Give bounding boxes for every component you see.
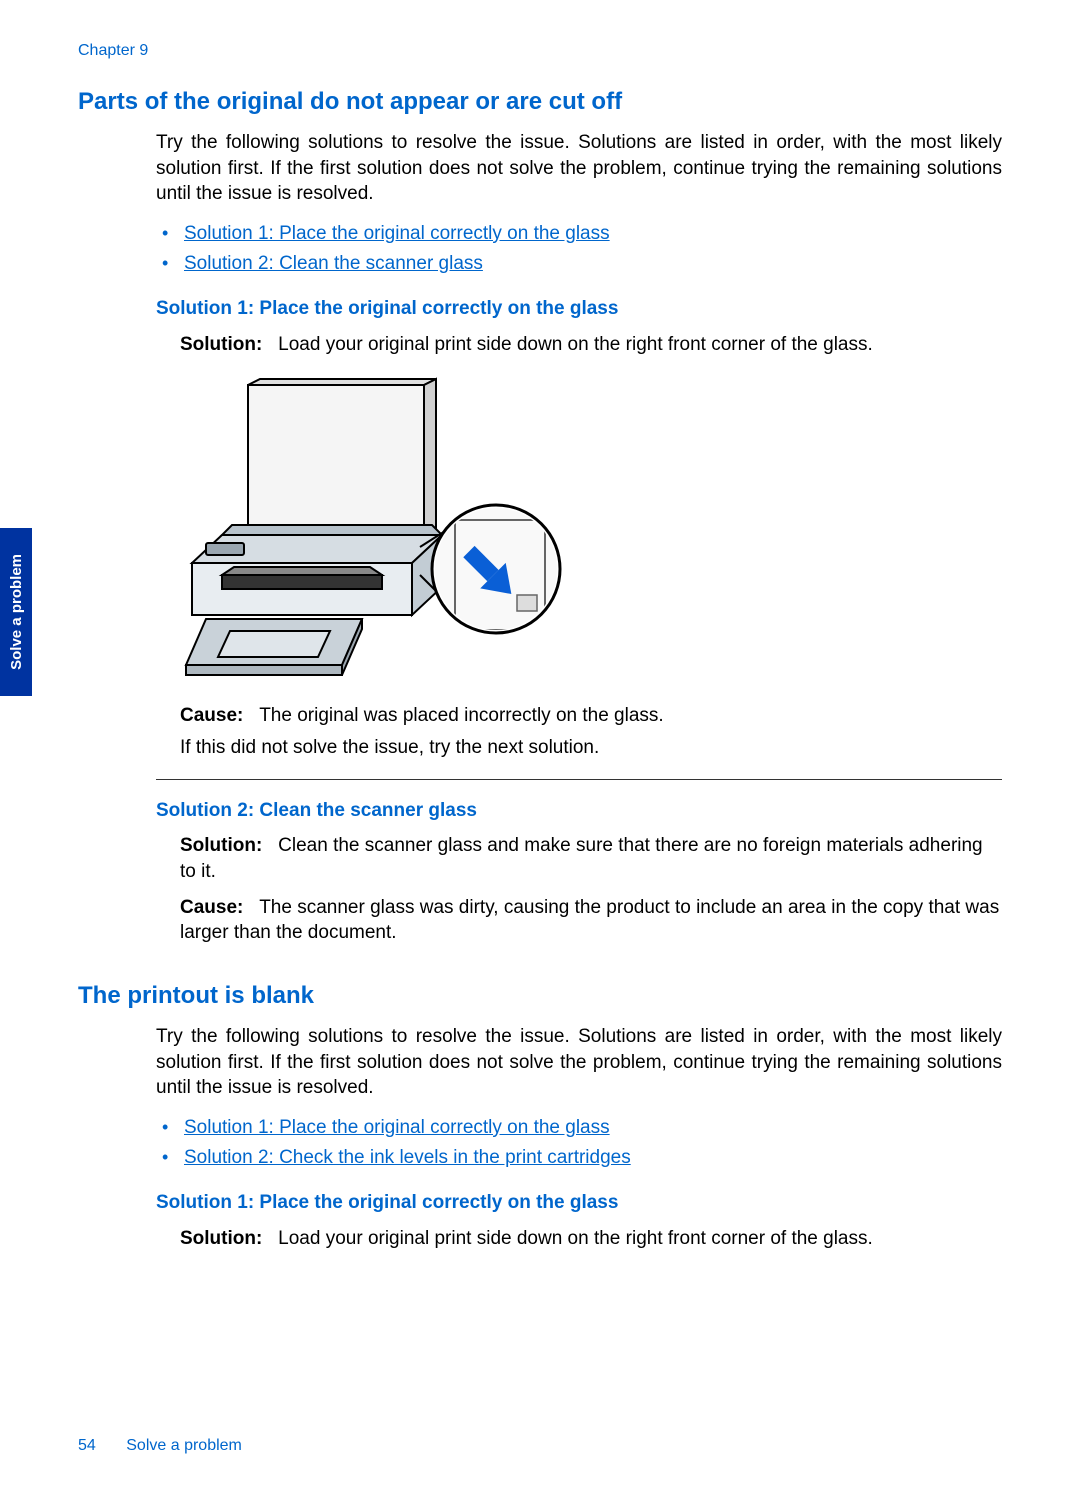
s2-sol1-body: Solution: Load your original print side … bbox=[180, 1226, 1002, 1252]
solution-label: Solution: bbox=[180, 1228, 262, 1249]
printer-figure bbox=[162, 375, 1002, 685]
s2-sol1-heading: Solution 1: Place the original correctly… bbox=[156, 1190, 1002, 1216]
s2-sol1-solution-line: Solution: Load your original print side … bbox=[180, 1226, 1002, 1252]
section2-link-list: Solution 1: Place the original correctly… bbox=[156, 1115, 1002, 1170]
printer-illustration-icon bbox=[162, 375, 562, 685]
link-solution2[interactable]: Solution 2: Clean the scanner glass bbox=[184, 253, 483, 274]
solution-label: Solution: bbox=[180, 835, 262, 856]
sol1-body: Solution: Load your original print side … bbox=[180, 332, 1002, 761]
cause-label: Cause: bbox=[180, 897, 243, 918]
page-footer: 54 Solve a problem bbox=[78, 1437, 242, 1455]
sol2-cause-text: The scanner glass was dirty, causing the… bbox=[180, 897, 999, 944]
footer-section: Solve a problem bbox=[126, 1437, 242, 1454]
link-solution2b[interactable]: Solution 2: Check the ink levels in the … bbox=[184, 1147, 631, 1168]
sol1-heading: Solution 1: Place the original correctly… bbox=[156, 296, 1002, 322]
list-item: Solution 2: Check the ink levels in the … bbox=[156, 1145, 1002, 1171]
sol2-text: Clean the scanner glass and make sure th… bbox=[180, 835, 983, 882]
sol1-solution-line: Solution: Load your original print side … bbox=[180, 332, 1002, 358]
link-solution1[interactable]: Solution 1: Place the original correctly… bbox=[184, 223, 610, 244]
link-solution1b[interactable]: Solution 1: Place the original correctly… bbox=[184, 1117, 610, 1138]
chapter-label: Chapter 9 bbox=[78, 42, 1002, 60]
page-number: 54 bbox=[78, 1437, 96, 1454]
section2-intro: Try the following solutions to resolve t… bbox=[156, 1024, 1002, 1101]
sol2-heading: Solution 2: Clean the scanner glass bbox=[156, 798, 1002, 824]
s2-sol1-text: Load your original print side down on th… bbox=[278, 1228, 873, 1249]
section-heading-cutoff: Parts of the original do not appear or a… bbox=[78, 88, 1002, 116]
sol2-body: Solution: Clean the scanner glass and ma… bbox=[180, 833, 1002, 946]
separator bbox=[156, 779, 1002, 780]
sol2-solution-line: Solution: Clean the scanner glass and ma… bbox=[180, 833, 1002, 884]
sol1-next: If this did not solve the issue, try the… bbox=[180, 735, 1002, 761]
list-item: Solution 2: Clean the scanner glass bbox=[156, 251, 1002, 277]
section1-intro: Try the following solutions to resolve t… bbox=[156, 130, 1002, 207]
sol1-cause-text: The original was placed incorrectly on t… bbox=[259, 705, 663, 726]
sol2-cause-line: Cause: The scanner glass was dirty, caus… bbox=[180, 895, 1002, 946]
list-item: Solution 1: Place the original correctly… bbox=[156, 221, 1002, 247]
section1-link-list: Solution 1: Place the original correctly… bbox=[156, 221, 1002, 276]
solution-label: Solution: bbox=[180, 334, 262, 355]
list-item: Solution 1: Place the original correctly… bbox=[156, 1115, 1002, 1141]
cause-label: Cause: bbox=[180, 705, 243, 726]
sol1-cause-line: Cause: The original was placed incorrect… bbox=[180, 703, 1002, 729]
section1-body: Try the following solutions to resolve t… bbox=[156, 130, 1002, 946]
section-heading-blank: The printout is blank bbox=[78, 982, 1002, 1010]
page-body: Chapter 9 Parts of the original do not a… bbox=[0, 0, 1080, 1297]
sol1-text: Load your original print side down on th… bbox=[278, 334, 873, 355]
section2-body: Try the following solutions to resolve t… bbox=[156, 1024, 1002, 1251]
